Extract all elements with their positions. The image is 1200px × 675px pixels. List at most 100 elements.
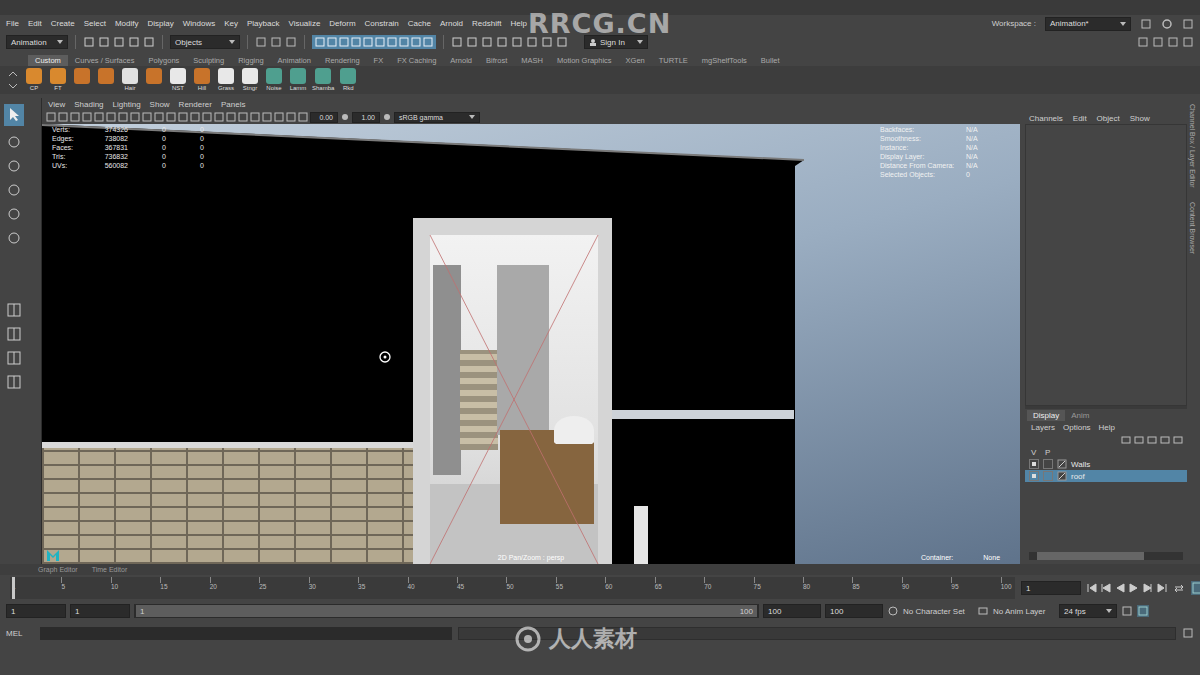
viewport-tool-icon[interactable] <box>250 112 260 122</box>
viewport-tool-icon[interactable] <box>286 112 296 122</box>
render-icon[interactable] <box>511 36 523 48</box>
workspace-dropdown[interactable]: Animation* <box>1045 17 1131 31</box>
viewport-tool-icon[interactable] <box>262 112 272 122</box>
anim-layer[interactable]: No Anim Layer <box>993 607 1055 616</box>
snap-icon[interactable] <box>327 37 337 47</box>
shelf-tab[interactable]: Motion Graphics <box>550 55 619 66</box>
move-icon[interactable] <box>6 182 22 198</box>
viewport-tool-icon[interactable] <box>226 112 236 122</box>
shelf-tab[interactable]: Bifrost <box>479 55 514 66</box>
layer-type-icon[interactable] <box>1057 459 1067 469</box>
current-frame-field[interactable]: 1 <box>1021 581 1081 595</box>
anim-layer-icon[interactable] <box>977 605 989 617</box>
script-editor-icon[interactable] <box>1182 627 1194 639</box>
shelf-button[interactable]: Lamm <box>288 68 308 92</box>
viewport-tool-icon[interactable] <box>118 112 128 122</box>
viewport-tool-icon[interactable] <box>178 112 188 122</box>
menu-item[interactable]: Select <box>84 19 106 28</box>
mode-dropdown[interactable]: Animation <box>6 35 68 49</box>
layer-tool-icon[interactable] <box>1173 435 1183 445</box>
render-icon[interactable] <box>451 36 463 48</box>
viewport-tool-icon[interactable] <box>58 112 68 122</box>
snap-icon[interactable] <box>363 37 373 47</box>
playback-icon[interactable] <box>1115 583 1125 593</box>
scale-icon[interactable] <box>6 230 22 246</box>
shelf-button[interactable] <box>96 68 116 92</box>
undo-icon[interactable] <box>128 36 140 48</box>
playback-icon[interactable] <box>1101 583 1111 593</box>
viewport-tool-icon[interactable] <box>214 112 224 122</box>
viewport-menu-item[interactable]: Lighting <box>113 100 141 109</box>
visibility-box[interactable] <box>1029 471 1039 481</box>
snap-icon[interactable] <box>423 37 433 47</box>
two-pane-icon[interactable] <box>6 350 22 366</box>
save-icon[interactable] <box>113 36 125 48</box>
layer-tool-icon[interactable] <box>1134 435 1144 445</box>
panel-toggle-icon[interactable] <box>1152 36 1164 48</box>
menu-item[interactable]: Create <box>51 19 75 28</box>
visibility-box[interactable] <box>1029 459 1039 469</box>
menu-item[interactable]: Help <box>510 19 526 28</box>
range-inner-start[interactable]: 1 <box>70 604 130 618</box>
layer-menu-item[interactable]: Options <box>1063 423 1091 432</box>
playback-box[interactable] <box>1043 459 1053 469</box>
layer-row[interactable]: roof <box>1025 470 1187 482</box>
shelf-button[interactable]: Grass <box>216 68 236 92</box>
range-inner-end[interactable]: 100 <box>763 604 821 618</box>
shelf-button[interactable]: Stngr <box>240 68 260 92</box>
snap-icon[interactable] <box>399 37 409 47</box>
file-new-icon[interactable] <box>83 36 95 48</box>
layer-menu-item[interactable]: Help <box>1099 423 1115 432</box>
render-icon[interactable] <box>496 36 508 48</box>
channel-menu-item[interactable]: Channels <box>1029 114 1063 123</box>
viewport-tool-icon[interactable] <box>46 112 56 122</box>
viewport-menu-item[interactable]: Renderer <box>179 100 212 109</box>
auto-key-icon[interactable] <box>1121 605 1133 617</box>
viewport-tool-icon[interactable] <box>82 112 92 122</box>
menu-item[interactable]: Windows <box>183 19 215 28</box>
character-set-icon[interactable] <box>887 605 899 617</box>
workspace-icon[interactable] <box>1140 18 1152 30</box>
panel-toggle-icon[interactable] <box>1167 36 1179 48</box>
selection-dropdown[interactable]: Objects <box>170 35 240 49</box>
menu-item[interactable]: Edit <box>28 19 42 28</box>
range-slider[interactable]: 1100 <box>134 604 759 618</box>
menu-item[interactable]: Key <box>224 19 238 28</box>
command-language[interactable]: MEL <box>6 629 34 638</box>
shelf-button[interactable]: Noise <box>264 68 284 92</box>
lasso-icon[interactable] <box>6 134 22 150</box>
viewport-tool-icon[interactable] <box>94 112 104 122</box>
shelf-button[interactable]: Hill <box>192 68 212 92</box>
shelf-button[interactable]: CP <box>24 68 44 92</box>
scroll-thumb[interactable] <box>1037 552 1145 560</box>
time-slider[interactable]: 1510152025303540455055606570758085909510… <box>10 577 1015 599</box>
panel-toggle-icon[interactable] <box>1137 36 1149 48</box>
render-icon[interactable] <box>466 36 478 48</box>
snap-icon[interactable] <box>351 37 361 47</box>
layer-name[interactable]: Walls <box>1071 460 1090 469</box>
bottom-tab[interactable]: Graph Editor <box>38 566 78 573</box>
select-arrow-icon[interactable] <box>6 106 22 122</box>
shelf-button[interactable]: Rkd <box>338 68 358 92</box>
viewport-tool-icon[interactable] <box>142 112 152 122</box>
panel-toggle-icon[interactable] <box>1182 36 1194 48</box>
shelf-tab[interactable]: Bullet <box>754 55 787 66</box>
playback-icon[interactable] <box>1143 583 1153 593</box>
command-input[interactable] <box>40 627 452 640</box>
select-component-icon[interactable] <box>285 36 297 48</box>
layer-tool-icon[interactable] <box>1147 435 1157 445</box>
gear-icon[interactable] <box>1161 18 1173 30</box>
menu-item[interactable]: Deform <box>329 19 355 28</box>
channel-menu-item[interactable]: Object <box>1097 114 1120 123</box>
layer-name[interactable]: roof <box>1071 472 1085 481</box>
channel-menu-item[interactable]: Edit <box>1073 114 1087 123</box>
viewport-menu-item[interactable]: Panels <box>221 100 245 109</box>
shelf-button[interactable]: FT <box>48 68 68 92</box>
shelf-menu-icon[interactable] <box>6 70 20 90</box>
layer-tool-icon[interactable] <box>1160 435 1170 445</box>
menu-item[interactable]: Visualize <box>288 19 320 28</box>
shelf-tab[interactable]: Animation <box>271 55 318 66</box>
loop-icon[interactable] <box>1173 582 1185 594</box>
shelf-tab[interactable]: Curves / Surfaces <box>68 55 142 66</box>
paint-icon[interactable] <box>6 158 22 174</box>
